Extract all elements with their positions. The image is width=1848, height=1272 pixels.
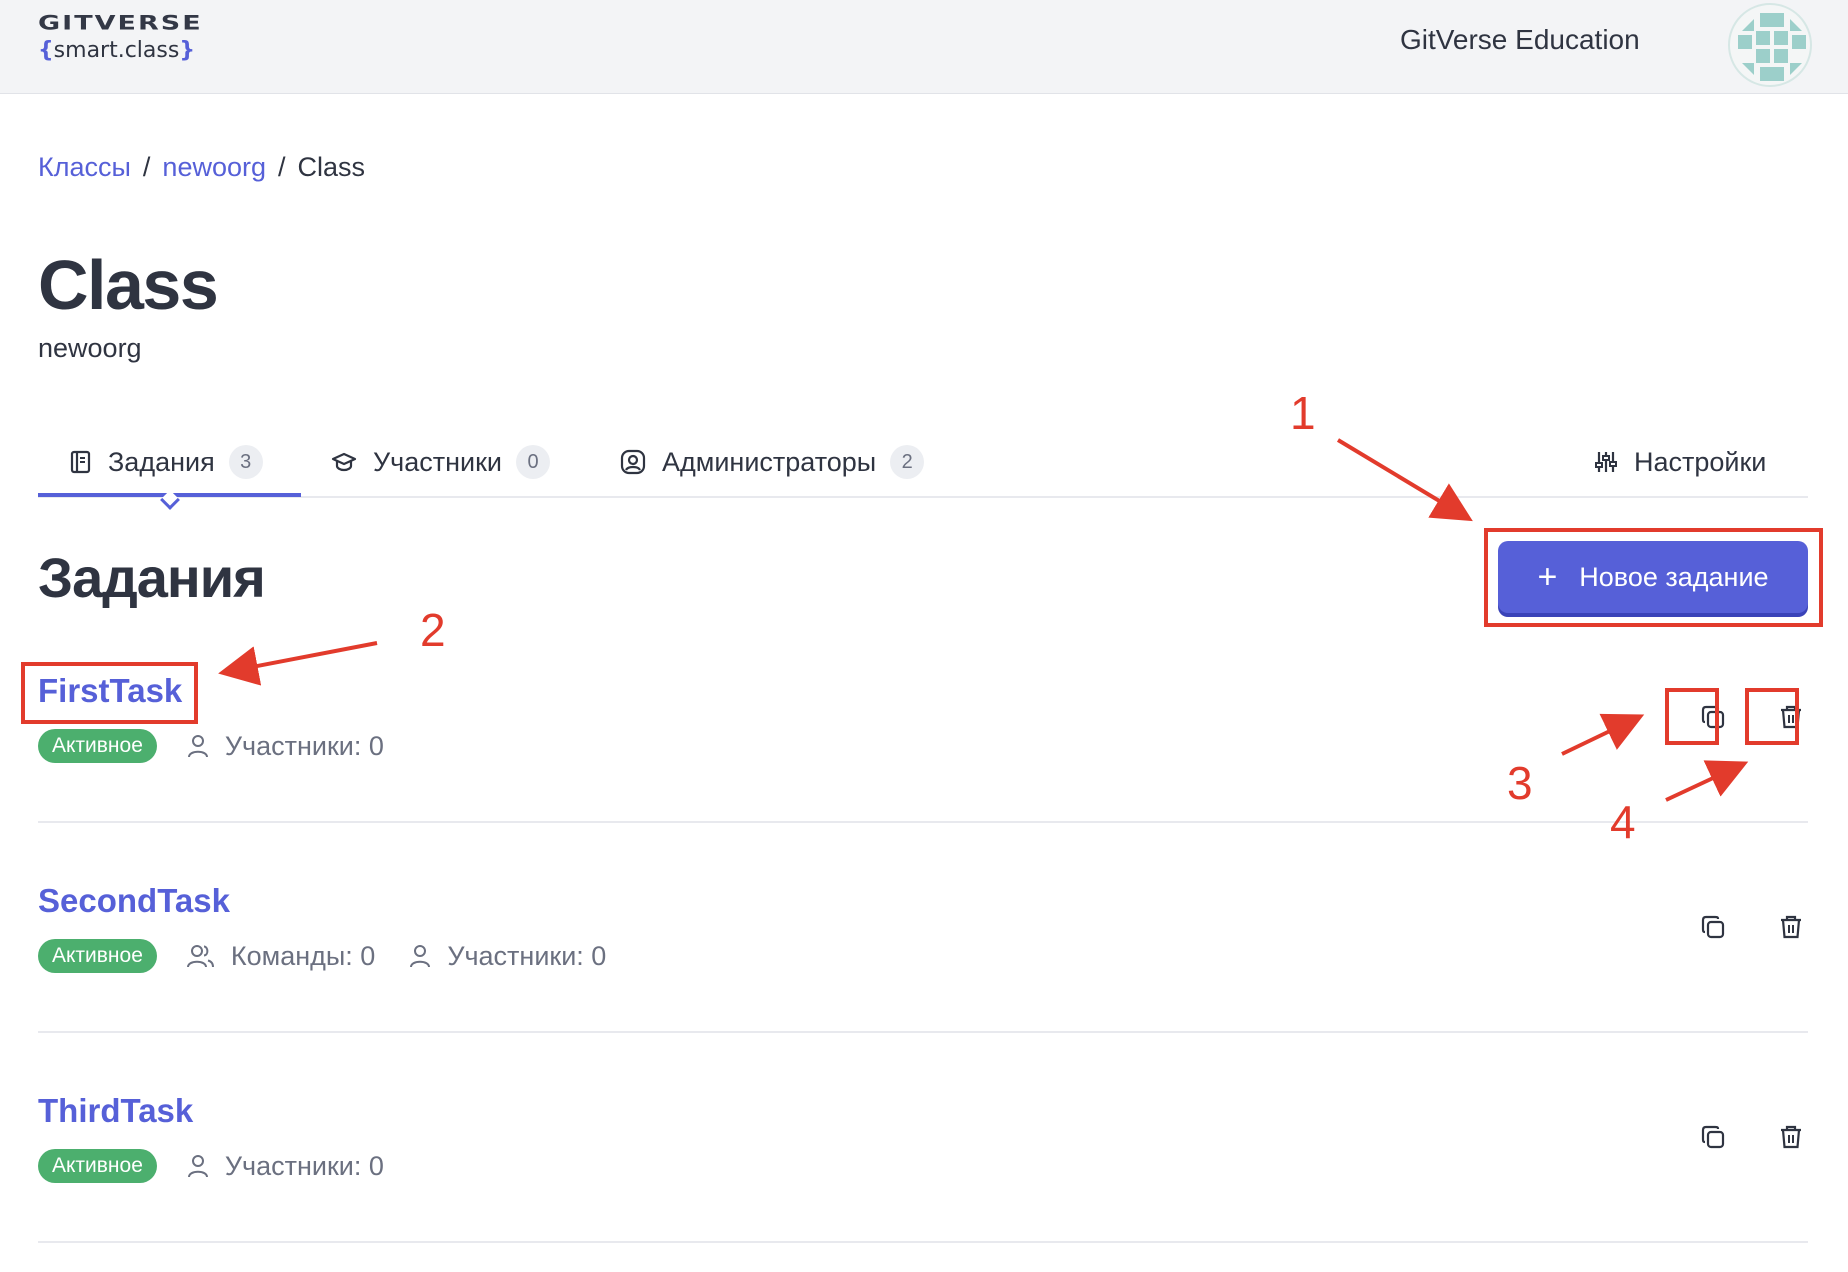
section-title: Задания (38, 546, 266, 609)
assignment-meta: Активное Участники: 0 (38, 1149, 418, 1183)
logo-brace-close: } (179, 38, 195, 63)
breadcrumb-separator: / (278, 152, 286, 182)
copy-icon (1701, 1125, 1725, 1149)
identicon-icon (1738, 13, 1806, 81)
status-badge: Активное (38, 1149, 157, 1183)
page-title: Class (38, 246, 219, 324)
status-badge: Активное (38, 939, 157, 973)
participants-count: Участники: 0 (187, 1151, 384, 1182)
participants-text: Участники: 0 (447, 940, 607, 971)
assignment-link[interactable]: ThirdTask (38, 1092, 193, 1130)
users-icon (186, 945, 214, 968)
annotation-box-first-task (21, 662, 198, 724)
tab-assignments[interactable]: Задания 3 (70, 440, 263, 484)
trash-icon (1781, 1125, 1801, 1149)
logo-sub-text: smart.class (53, 38, 180, 63)
user-icon (187, 1155, 208, 1178)
user-icon (410, 945, 431, 968)
copy-button[interactable] (1693, 907, 1733, 947)
trash-icon (1781, 915, 1801, 939)
logo-brace-open: { (38, 38, 54, 63)
tab-assignments-count: 3 (228, 445, 263, 479)
logo-subtitle[interactable]: {smart.class} (38, 38, 195, 63)
avatar[interactable] (1728, 3, 1812, 87)
book-icon (70, 450, 91, 474)
status-badge: Активное (38, 729, 157, 763)
assignment-row: ThirdTask Активное Участники: 0 (38, 1033, 1808, 1243)
sliders-icon (1595, 452, 1617, 472)
logo-title[interactable]: GITVERSE (38, 12, 203, 34)
assignment-meta: Активное Команды: 0 Участники: 0 (38, 939, 640, 973)
breadcrumb-link-classes[interactable]: Классы (38, 152, 131, 182)
tab-participants[interactable]: Участники 0 (331, 440, 550, 484)
graduation-cap-icon (331, 452, 357, 472)
annotation-box-copy (1665, 688, 1719, 745)
tab-settings-label: Настройки (1634, 446, 1767, 477)
teams-count: Команды: 0 (186, 940, 376, 972)
assignment-link[interactable]: SecondTask (38, 882, 230, 920)
tab-participants-label: Участники (373, 446, 502, 477)
delete-button[interactable] (1771, 907, 1811, 947)
breadcrumb-link-org[interactable]: newoorg (162, 152, 266, 182)
tab-assignments-label: Задания (108, 446, 215, 477)
delete-button[interactable] (1771, 1117, 1811, 1157)
tab-administrators-label: Администраторы (662, 446, 877, 477)
breadcrumb-separator: / (142, 152, 151, 182)
tab-administrators[interactable]: Администраторы 2 (620, 440, 925, 484)
copy-button[interactable] (1693, 1117, 1733, 1157)
tab-settings[interactable]: Настройки (1594, 440, 1766, 484)
teams-text: Команды: 0 (230, 940, 376, 971)
tab-participants-count: 0 (516, 445, 550, 479)
organization-name[interactable]: GitVerse Education (1400, 24, 1640, 56)
assignment-meta: Активное Участники: 0 (38, 729, 418, 763)
tab-administrators-count: 2 (890, 445, 925, 479)
copy-icon (1701, 915, 1725, 939)
annotation-number-1: 1 (1290, 387, 1316, 439)
participants-text: Участники: 0 (224, 730, 384, 761)
annotation-box-new-button (1484, 528, 1823, 627)
page-subtitle: newoorg (38, 333, 142, 363)
user-icon (187, 735, 208, 758)
assignment-row: SecondTask Активное Команды: 0 Участники… (38, 823, 1808, 1033)
annotation-number-4: 4 (1610, 796, 1636, 848)
annotation-number-2: 2 (420, 604, 446, 656)
participants-count: Участники: 0 (187, 731, 384, 762)
annotation-number-3: 3 (1507, 757, 1533, 809)
assignment-row: FirstTask Активное Участники: 0 (38, 613, 1808, 823)
user-circle-icon (620, 449, 646, 475)
breadcrumb-current: Class (297, 152, 366, 182)
annotation-box-delete (1745, 688, 1799, 745)
breadcrumb: Классы / newoorg / Class (38, 152, 365, 183)
participants-count: Участники: 0 (409, 941, 606, 972)
participants-text: Участники: 0 (224, 1150, 384, 1181)
annotation-arrow-1 (1336, 438, 1473, 522)
tabs-divider (38, 496, 1808, 498)
